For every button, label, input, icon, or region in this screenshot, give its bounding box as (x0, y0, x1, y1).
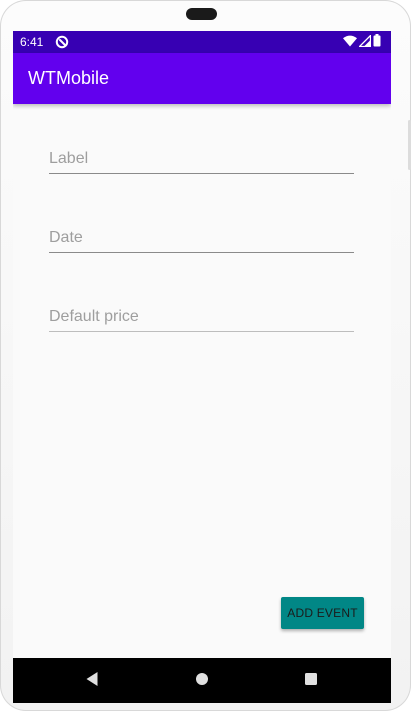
default-price-input[interactable] (49, 303, 354, 332)
label-input[interactable] (49, 145, 354, 174)
battery-icon (373, 34, 381, 50)
recents-button[interactable] (287, 658, 335, 703)
date-field-container (49, 224, 354, 254)
navigation-bar (13, 658, 391, 703)
status-bar: 6:41 (13, 31, 391, 53)
app-notification-icon (55, 35, 69, 49)
device-frame: 6:41 WTMobile Label Date Default price A… (0, 0, 411, 711)
status-icons (343, 33, 381, 50)
app-bar: WTMobile (13, 53, 391, 104)
app-screen: 6:41 WTMobile Label Date Default price A… (13, 31, 391, 703)
signal-icon (357, 33, 372, 50)
back-icon (85, 671, 99, 691)
home-icon (195, 671, 209, 690)
label-field-container (49, 145, 354, 175)
recents-icon (304, 671, 318, 690)
home-button[interactable] (178, 658, 226, 703)
back-button[interactable] (68, 658, 116, 703)
price-field-container (49, 303, 354, 333)
device-speaker (186, 8, 217, 20)
add-event-button[interactable]: ADD EVENT (281, 597, 364, 629)
date-input[interactable] (49, 224, 354, 253)
status-time: 6:41 (20, 35, 44, 49)
wifi-icon (343, 35, 357, 50)
app-title: WTMobile (28, 68, 110, 88)
